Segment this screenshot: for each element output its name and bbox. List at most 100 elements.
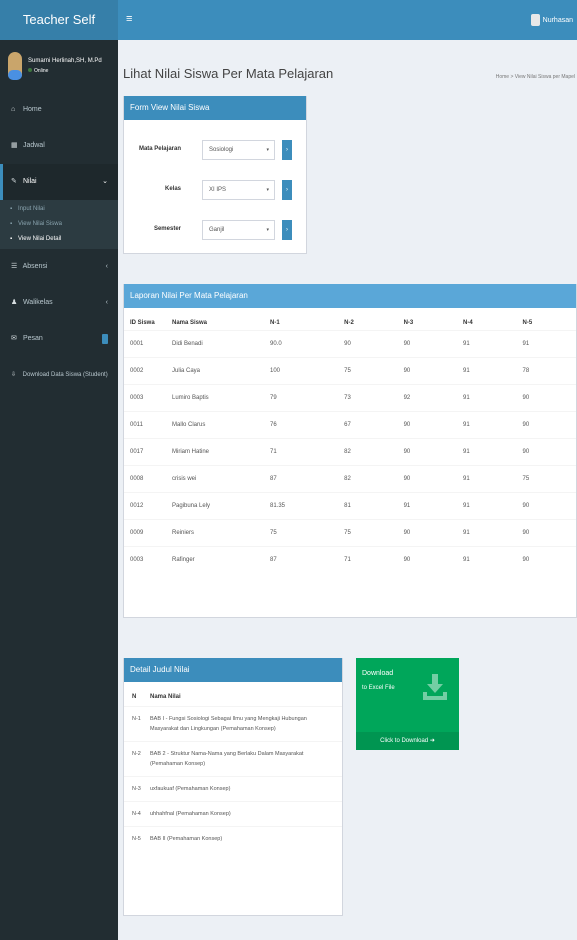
sidebar-item-walikelas[interactable]: ♟ Walikelas ‹ xyxy=(0,285,118,321)
table-row: 0009 Reiniers 75 75 90 91 90 xyxy=(124,519,576,547)
kelas-label: Kelas xyxy=(164,186,181,192)
chevron-left-icon: ‹ xyxy=(105,263,108,270)
table-cell: 90 xyxy=(397,546,458,574)
detail-list: N Nama Nilai N-1 BAB I - Fungsi Sosiologi… xyxy=(124,682,342,851)
sidebar-item-jadwal[interactable]: ▦ Jadwal xyxy=(0,128,118,164)
table-row: 0017 Miriam Hatine 71 82 90 91 90 xyxy=(124,438,576,466)
list-icon: ☰ xyxy=(11,263,18,270)
calendar-icon: ▦ xyxy=(11,142,18,149)
table-cell: 0003 xyxy=(124,384,166,412)
table-cell: Mallo Clarus xyxy=(166,411,264,439)
sidebar-item-label: Home xyxy=(22,106,42,113)
table-cell: 75 xyxy=(516,465,576,493)
chevron-down-icon: ▾ xyxy=(266,227,269,233)
table-cell: 82 xyxy=(338,465,398,493)
user-menu[interactable]: Nurhasan xyxy=(530,14,573,26)
table-cell: Reiniers xyxy=(166,519,264,547)
table-cell: 90 xyxy=(397,330,458,358)
table-cell: 91 xyxy=(397,492,458,520)
app-logo[interactable]: Teacher Self Service xyxy=(0,0,118,67)
table-cell: 71 xyxy=(338,546,398,574)
chevron-down-icon: ▾ xyxy=(266,147,269,153)
detail-column-nama: Nama Nilai xyxy=(150,694,181,700)
column-header: N-1 xyxy=(270,320,280,326)
table-cell: 81.35 xyxy=(264,492,339,520)
detail-key: N-4 xyxy=(132,811,141,817)
table-cell: 91 xyxy=(457,411,517,439)
column-header: N-4 xyxy=(463,320,473,326)
semester-go-button[interactable]: › xyxy=(282,220,292,240)
mapel-go-button[interactable]: › xyxy=(282,140,292,160)
table-cell: 90 xyxy=(516,546,576,574)
table-cell: Julia Caya xyxy=(166,357,264,385)
form-row-semester: Semester Ganjil ▾ › xyxy=(124,219,306,241)
form-box-header: Form View Nilai Siswa xyxy=(124,96,306,120)
submenu-item-label: View Nilai Siswa xyxy=(18,221,62,227)
form-row-mapel: Mata Pelajaran Sosiologi ▾ › xyxy=(124,139,306,161)
column-header: N-5 xyxy=(522,320,533,326)
submenu-item-input-nilai[interactable]: ▪ Input Nilai xyxy=(0,202,118,217)
download-box[interactable]: Download to Excel File Click to Download… xyxy=(356,658,459,750)
semester-select-value: Ganjil xyxy=(209,227,225,233)
download-button-label: Click to Download xyxy=(380,738,429,744)
table-cell: 91 xyxy=(516,330,576,358)
file-icon: ▪ xyxy=(10,236,13,242)
user-panel-name: Sumarni Herlinah,SH, M.Pd xyxy=(28,58,102,64)
table-cell: 78 xyxy=(516,357,576,385)
table-header-row: ID Siswa Nama Siswa N-1 N-2 N-3 N-4 N-5 xyxy=(124,316,576,331)
table-cell: 90 xyxy=(516,384,576,412)
table-cell: 90 xyxy=(516,519,576,547)
table-cell: 76 xyxy=(264,411,339,439)
mapel-select-value: Sosiologi xyxy=(209,147,234,153)
table-row: 0008 crisis wei 87 82 90 91 75 xyxy=(124,465,576,493)
sidebar-item-nilai[interactable]: ✎ Nilai ⌄ xyxy=(0,164,118,200)
sidebar-item-home[interactable]: ⌂ Home xyxy=(0,92,118,128)
table-cell: 100 xyxy=(264,357,339,385)
download-tray-icon xyxy=(423,674,447,700)
user-name: Nurhasan xyxy=(542,16,573,24)
detail-value: uhhahfnal (Pemahaman Konsep) xyxy=(150,811,231,817)
submenu-item-view-nilai-detail[interactable]: ▪ View Nilai Detail xyxy=(0,232,118,247)
report-box-header: Laporan Nilai Per Mata Pelajaran xyxy=(124,284,576,308)
table-cell: 82 xyxy=(338,438,398,466)
download-button[interactable]: Click to Download ➜ xyxy=(356,732,459,750)
table-cell: 90 xyxy=(516,492,576,520)
user-status: Online xyxy=(28,68,48,74)
table-cell: Miriam Hatine xyxy=(166,438,264,466)
table-cell: 90 xyxy=(516,438,576,466)
kelas-select[interactable]: XI IPS ▾ xyxy=(202,180,275,200)
list-item: N-5 BAB II (Pemahaman Konsep) xyxy=(124,826,342,851)
submenu-item-view-nilai-siswa[interactable]: ▪ View Nilai Siswa xyxy=(0,217,118,232)
table-cell: 71 xyxy=(264,438,339,466)
sidebar-item-absensi[interactable]: ☰ Absensi ‹ xyxy=(0,249,118,285)
table-cell: 0012 xyxy=(124,492,166,520)
kelas-go-button[interactable]: › xyxy=(282,180,292,200)
user-avatar xyxy=(530,14,540,26)
table-cell: 81 xyxy=(338,492,398,520)
detail-value: uxfaukuaf (Pemahaman Konsep) xyxy=(150,786,231,792)
table-cell: 90 xyxy=(338,330,398,358)
chevron-left-icon: ‹ xyxy=(105,299,108,306)
table-row: 0003 Rafinger 87 71 90 91 90 xyxy=(124,546,576,574)
chevron-down-icon: ⌄ xyxy=(102,178,108,185)
page-title: Lihat Nilai Siswa Per Mata Pelajaran xyxy=(123,66,334,81)
grades-table: ID Siswa Nama Siswa N-1 N-2 N-3 N-4 N-5 0001 Di… xyxy=(124,316,576,574)
breadcrumb[interactable]: Home > View Nilai Siswa per Mapel xyxy=(496,74,575,80)
mapel-select[interactable]: Sosiologi ▾ xyxy=(202,140,275,160)
table-cell: 67 xyxy=(338,411,398,439)
pencil-icon: ✎ xyxy=(11,178,17,185)
table-row: 0002 Julia Caya 100 75 90 91 78 xyxy=(124,357,576,385)
detail-key: N-3 xyxy=(132,786,141,792)
detail-key: N-5 xyxy=(132,836,141,842)
table-cell: Didi Benadi xyxy=(166,330,264,358)
semester-select[interactable]: Ganjil ▾ xyxy=(202,220,275,240)
semester-label: Semester xyxy=(153,226,181,232)
sidebar-item-pesan[interactable]: ✉ Pesan xyxy=(0,321,118,357)
table-cell: 90 xyxy=(397,411,458,439)
menu-toggle-icon[interactable]: ≡ xyxy=(126,13,132,25)
table-row: 0003 Lumiro Baptis 79 73 92 91 90 xyxy=(124,384,576,412)
list-item: N-2 BAB 2 - Struktur Nama-Nama yang Berla… xyxy=(124,741,342,776)
sidebar-item-label: Jadwal xyxy=(22,142,45,149)
download-icon: ⇩ xyxy=(11,372,17,378)
sidebar-item-download[interactable]: ⇩ Download Data Siswa (Student) xyxy=(0,357,118,393)
